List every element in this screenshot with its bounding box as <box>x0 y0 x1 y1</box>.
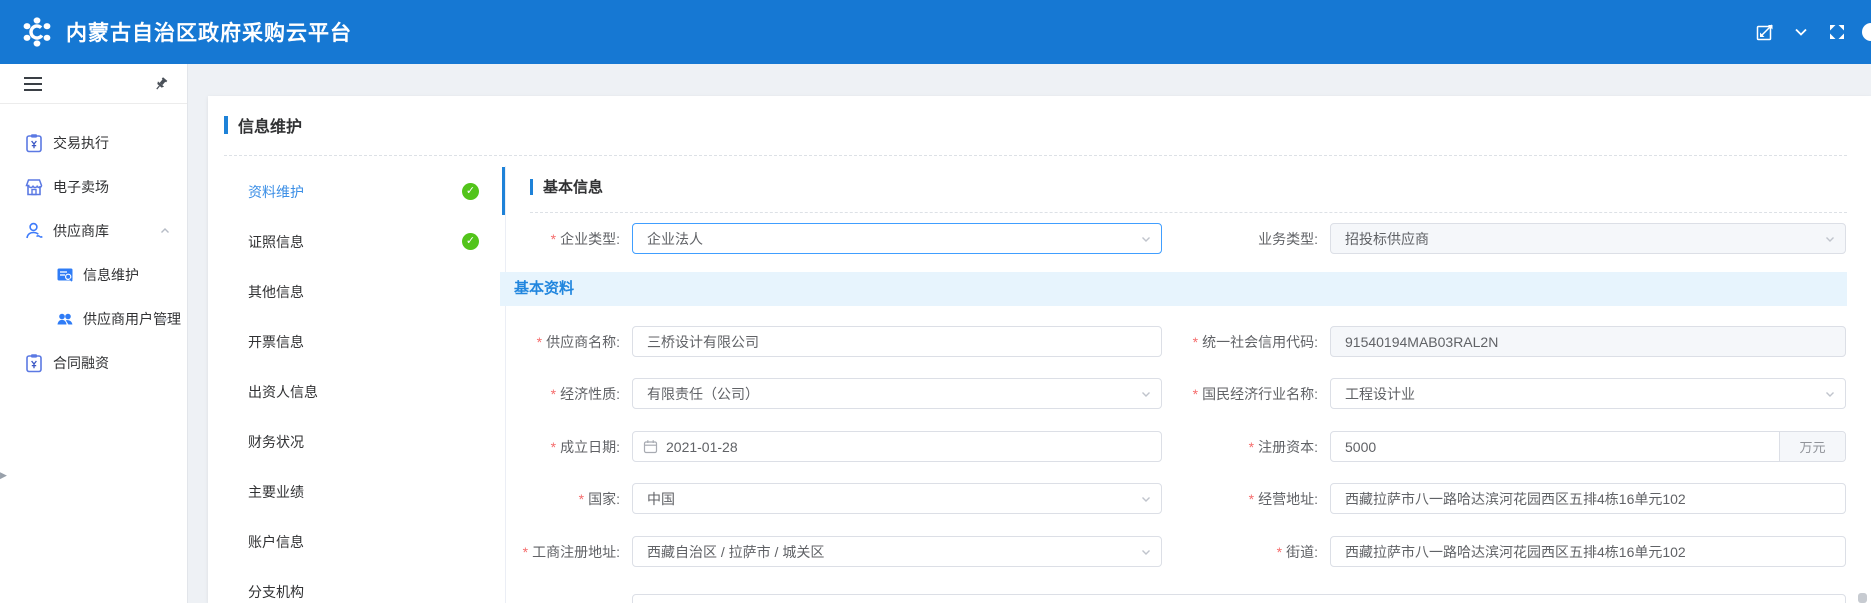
credit-code-label: 统一社会信用代码: <box>1150 332 1318 352</box>
platform-logo-icon <box>20 15 54 49</box>
sidebar-item-trade[interactable]: 交易执行 <box>0 121 187 165</box>
active-tab-indicator <box>502 167 505 215</box>
form-row: 统一社会信用代码: <box>1150 326 1846 357</box>
clipboard-yen-icon <box>24 133 44 153</box>
form-row: 国家: 中国 <box>430 483 1162 514</box>
establish-date-picker[interactable]: 2021-01-28 <box>632 431 1162 462</box>
chevron-down-icon <box>1824 388 1836 400</box>
tab-data-maintain[interactable]: 资料维护 <box>248 182 448 202</box>
sidebar-item-mall[interactable]: 电子卖场 <box>0 165 187 209</box>
business-type-label: 业务类型: <box>1150 229 1318 249</box>
switch-screen-icon[interactable] <box>1754 21 1776 43</box>
tab-other-info[interactable]: 其他信息 <box>248 282 448 302</box>
form-row: 工商注册地址: 西藏自治区 / 拉萨市 / 城关区 <box>430 536 1162 567</box>
form-row: 国民经济行业名称: 工程设计业 <box>1150 378 1846 409</box>
form-row: 街道: <box>1150 536 1846 567</box>
supplier-name-input[interactable] <box>632 326 1162 357</box>
sidebar-collapse-handle[interactable]: ▶ <box>0 468 7 482</box>
enterprise-type-select[interactable]: 企业法人 <box>632 223 1162 254</box>
tab-finance-status[interactable]: 财务状况 <box>248 432 448 452</box>
calendar-icon <box>643 439 658 454</box>
chevron-down-icon <box>1824 233 1836 245</box>
menu-toggle-icon[interactable] <box>24 77 42 91</box>
industry-name-select[interactable]: 工程设计业 <box>1330 378 1846 409</box>
sidebar-item-label: 电子卖场 <box>53 177 109 197</box>
form-row: 企业类型: 企业法人 <box>430 223 1162 254</box>
economic-nature-label: 经济性质: <box>430 384 620 404</box>
tab-branch-org[interactable]: 分支机构 <box>248 582 448 602</box>
registered-address-cascader[interactable]: 西藏自治区 / 拉萨市 / 城关区 <box>632 536 1162 567</box>
fullscreen-icon[interactable] <box>1826 21 1848 43</box>
app-title: 内蒙古自治区政府采购云平台 <box>66 17 352 47</box>
subsection-title: 基本资料 <box>500 272 1847 306</box>
country-label: 国家: <box>430 489 620 509</box>
credit-code-input[interactable] <box>1330 326 1846 357</box>
capital-unit-suffix: 万元 <box>1779 432 1845 461</box>
section-title: 基本信息 <box>543 176 603 197</box>
tab-account-info[interactable]: 账户信息 <box>248 532 448 552</box>
users-icon <box>56 310 74 328</box>
street-label: 街道: <box>1150 542 1318 562</box>
form-row: 经营地址: <box>1150 483 1846 514</box>
industry-name-label: 国民经济行业名称: <box>1150 384 1318 404</box>
tab-investor-info[interactable]: 出资人信息 <box>248 382 448 402</box>
economic-nature-select[interactable]: 有限责任（公司） <box>632 378 1162 409</box>
divider <box>224 155 1847 156</box>
supplier-name-label: 供应商名称: <box>430 332 620 352</box>
sidebar-item-label: 信息维护 <box>83 265 139 285</box>
sidebar-top-bar <box>0 64 187 104</box>
sidebar-item-contract-finance[interactable]: 合同融资 <box>0 341 187 385</box>
header-actions <box>1754 0 1871 64</box>
tab-major-results[interactable]: 主要业绩 <box>248 482 448 502</box>
chevron-up-icon <box>159 225 171 237</box>
title-accent-bar <box>224 116 228 134</box>
app-window: 内蒙古自治区政府采购云平台 <box>0 0 1871 603</box>
sidebar-item-supplier-lib[interactable]: 供应商库 <box>0 209 187 253</box>
business-address-label: 经营地址: <box>1150 489 1318 509</box>
doc-search-icon <box>56 266 74 284</box>
registered-capital-label: 注册资本: <box>1150 437 1318 457</box>
registered-capital-input[interactable]: 万元 <box>1330 431 1846 462</box>
business-address-input[interactable] <box>1330 483 1846 514</box>
sidebar-item-label: 供应商库 <box>53 221 109 241</box>
section-accent-bar <box>530 179 533 195</box>
content-card: 信息维护 资料维护 证照信息 其他信息 开票信息 出资人信息 财务状况 主要业绩… <box>208 96 1871 603</box>
country-select[interactable]: 中国 <box>632 483 1162 514</box>
bottom-field-box[interactable] <box>632 594 1846 603</box>
section-head: 基本信息 <box>530 176 603 197</box>
sidebar-item-label: 合同融资 <box>53 353 109 373</box>
sidebar-item-label: 交易执行 <box>53 133 109 153</box>
form-row: 供应商名称: <box>430 326 1162 357</box>
form-row: 注册资本: 万元 <box>1150 431 1846 462</box>
page-title-row: 信息维护 <box>224 113 302 137</box>
business-type-select[interactable]: 招投标供应商 <box>1330 223 1846 254</box>
tab-license-info[interactable]: 证照信息 <box>248 232 448 252</box>
street-input[interactable] <box>1330 536 1846 567</box>
scrollbar-thumb[interactable] <box>1858 593 1867 603</box>
sidebar: 交易执行 电子卖场 供应商库 <box>0 64 188 603</box>
chevron-down-icon <box>159 313 171 325</box>
form-row: 成立日期: 2021-01-28 <box>430 431 1162 462</box>
registered-address-label: 工商注册地址: <box>430 542 620 562</box>
sidebar-item-supplier-users[interactable]: 供应商用户管理 <box>0 297 187 341</box>
app-header: 内蒙古自治区政府采购云平台 <box>0 0 1871 64</box>
form-row: 业务类型: 招投标供应商 <box>1150 223 1846 254</box>
clipboard-yen-icon <box>24 353 44 373</box>
pin-icon[interactable] <box>153 76 169 92</box>
divider <box>530 212 1847 213</box>
avatar[interactable] <box>1862 23 1871 41</box>
establish-date-label: 成立日期: <box>430 437 620 457</box>
page-title: 信息维护 <box>238 113 302 137</box>
check-complete-icon: ✓ <box>462 183 479 200</box>
sidebar-item-info-maintain[interactable]: 信息维护 <box>0 253 187 297</box>
user-icon <box>24 221 44 241</box>
form-row: 经济性质: 有限责任（公司） <box>430 378 1162 409</box>
tab-invoice-info[interactable]: 开票信息 <box>248 332 448 352</box>
storefront-icon <box>24 177 44 197</box>
enterprise-type-label: 企业类型: <box>430 229 620 249</box>
chevron-down-icon[interactable] <box>1790 21 1812 43</box>
